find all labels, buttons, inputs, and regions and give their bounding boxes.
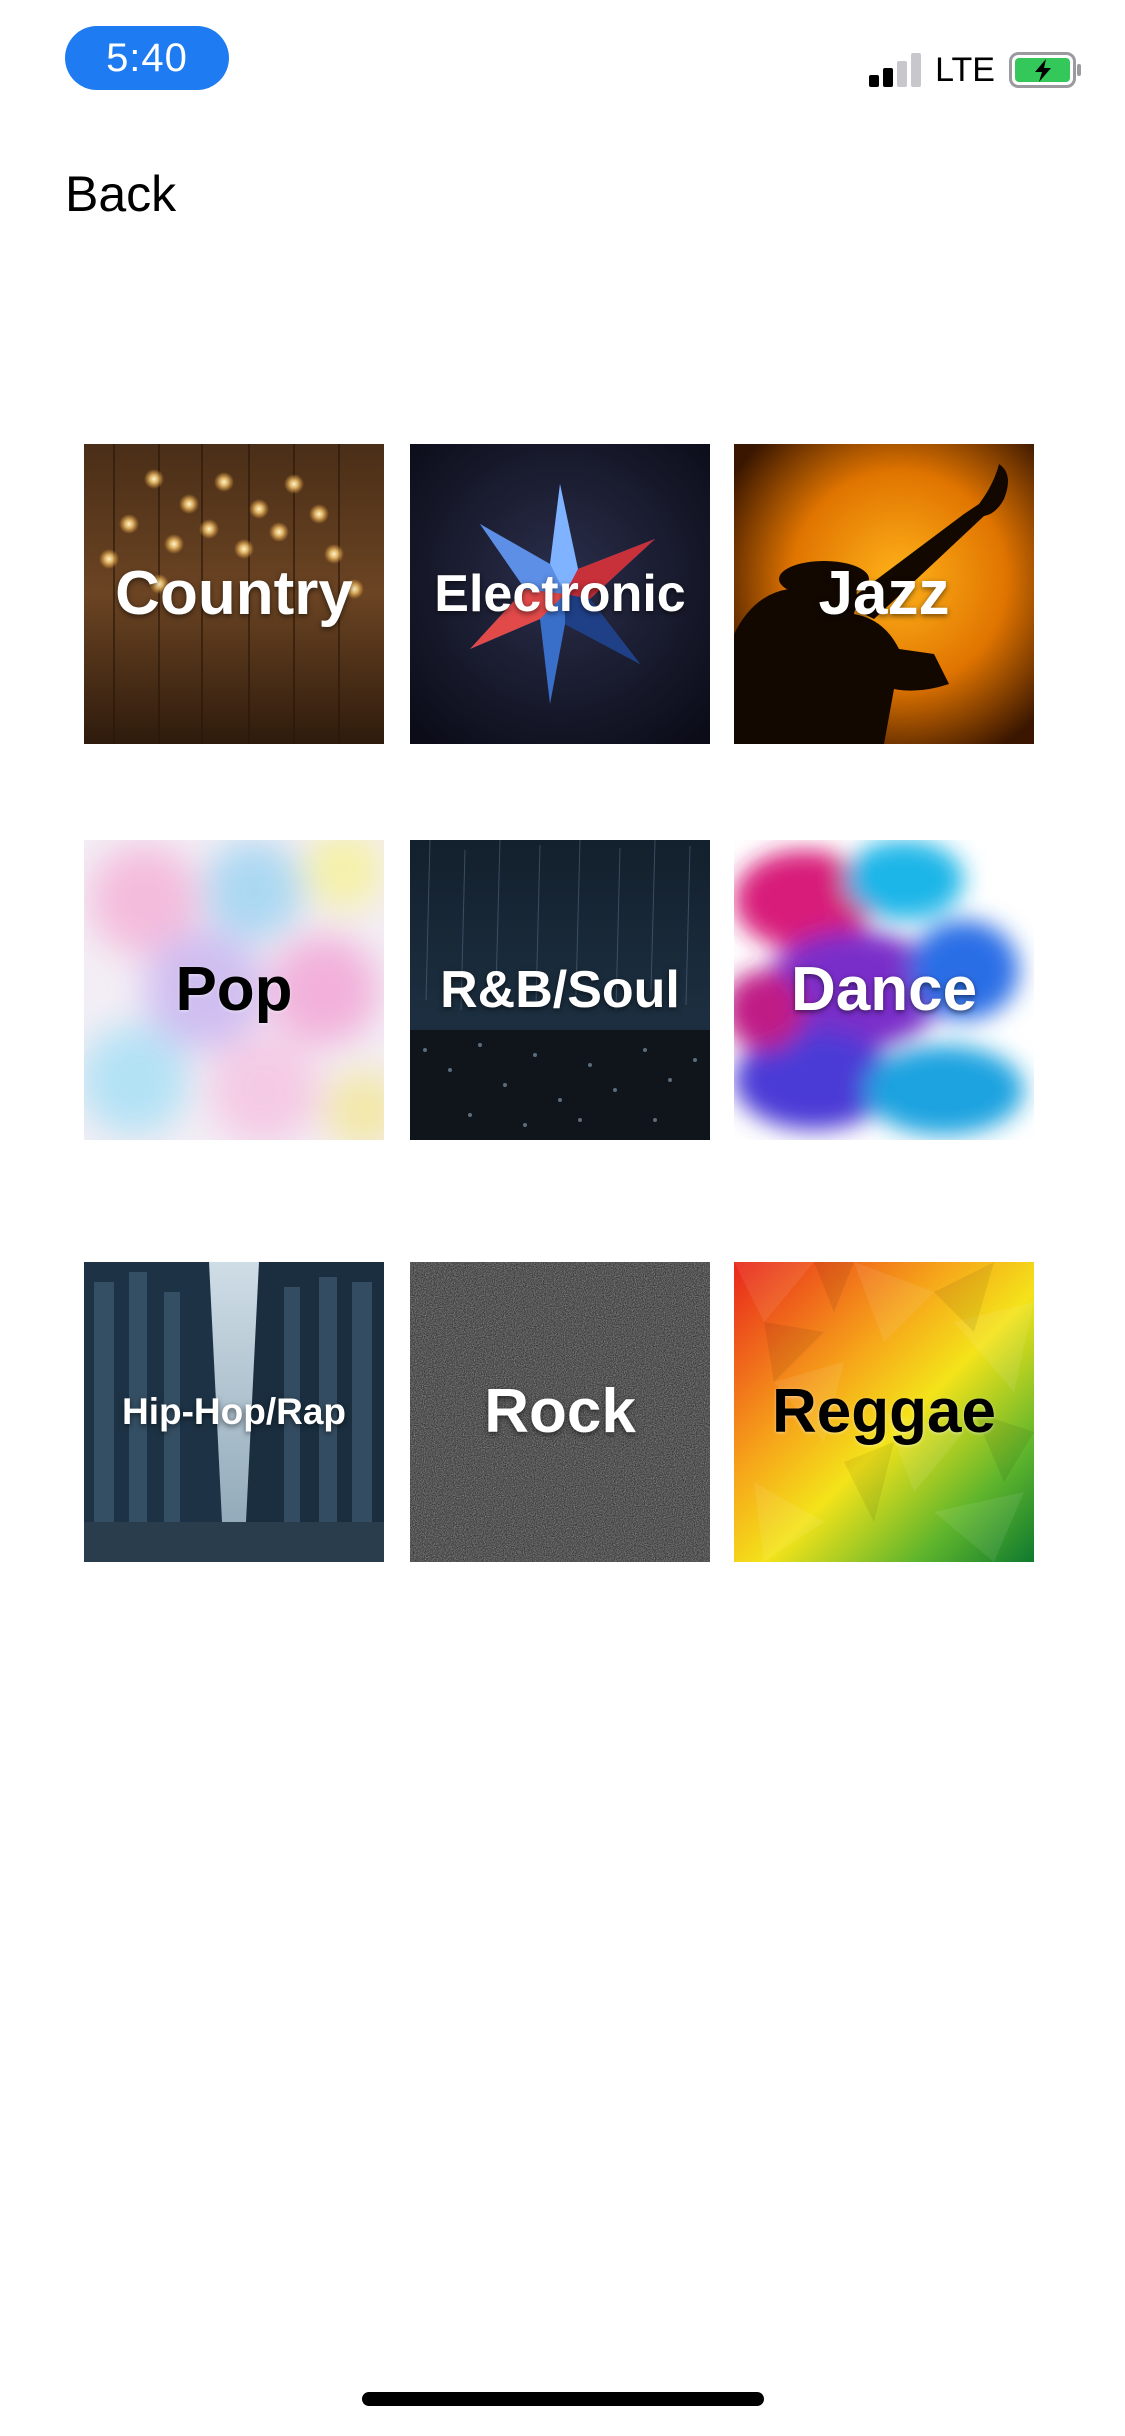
genre-tile-rock[interactable]: Rock bbox=[410, 1262, 710, 1562]
genre-tile-dance[interactable]: Dance bbox=[734, 840, 1034, 1140]
genre-label: Pop bbox=[175, 955, 293, 1024]
genre-tile-rnb-soul[interactable]: R&B/Soul bbox=[410, 840, 710, 1140]
genre-label: Reggae bbox=[772, 1377, 996, 1446]
genre-label: Electronic bbox=[434, 565, 686, 623]
genre-label: Country bbox=[115, 559, 353, 628]
genre-label: Rock bbox=[484, 1377, 636, 1446]
genre-tile-hip-hop-rap[interactable]: Hip-Hop/Rap bbox=[84, 1262, 384, 1562]
status-time: 5:40 bbox=[65, 26, 229, 90]
genre-tile-electronic[interactable]: Electronic bbox=[410, 444, 710, 744]
genre-tile-country[interactable]: Country bbox=[84, 444, 384, 744]
battery-charging-icon bbox=[1009, 52, 1081, 88]
genre-tile-reggae[interactable]: Reggae bbox=[734, 1262, 1034, 1562]
genre-label: Hip-Hop/Rap bbox=[121, 1391, 347, 1432]
genre-tile-pop[interactable]: Pop bbox=[84, 840, 384, 1140]
network-type: LTE bbox=[935, 51, 995, 89]
signal-strength-icon bbox=[869, 53, 922, 87]
genre-label: Dance bbox=[790, 955, 978, 1024]
back-button[interactable]: Back bbox=[65, 164, 176, 224]
genre-label: Jazz bbox=[818, 559, 950, 628]
genre-tile-jazz[interactable]: Jazz bbox=[734, 444, 1034, 744]
genre-label: R&B/Soul bbox=[440, 961, 680, 1019]
home-indicator[interactable] bbox=[362, 2392, 764, 2406]
status-indicators: LTE bbox=[869, 50, 1083, 90]
